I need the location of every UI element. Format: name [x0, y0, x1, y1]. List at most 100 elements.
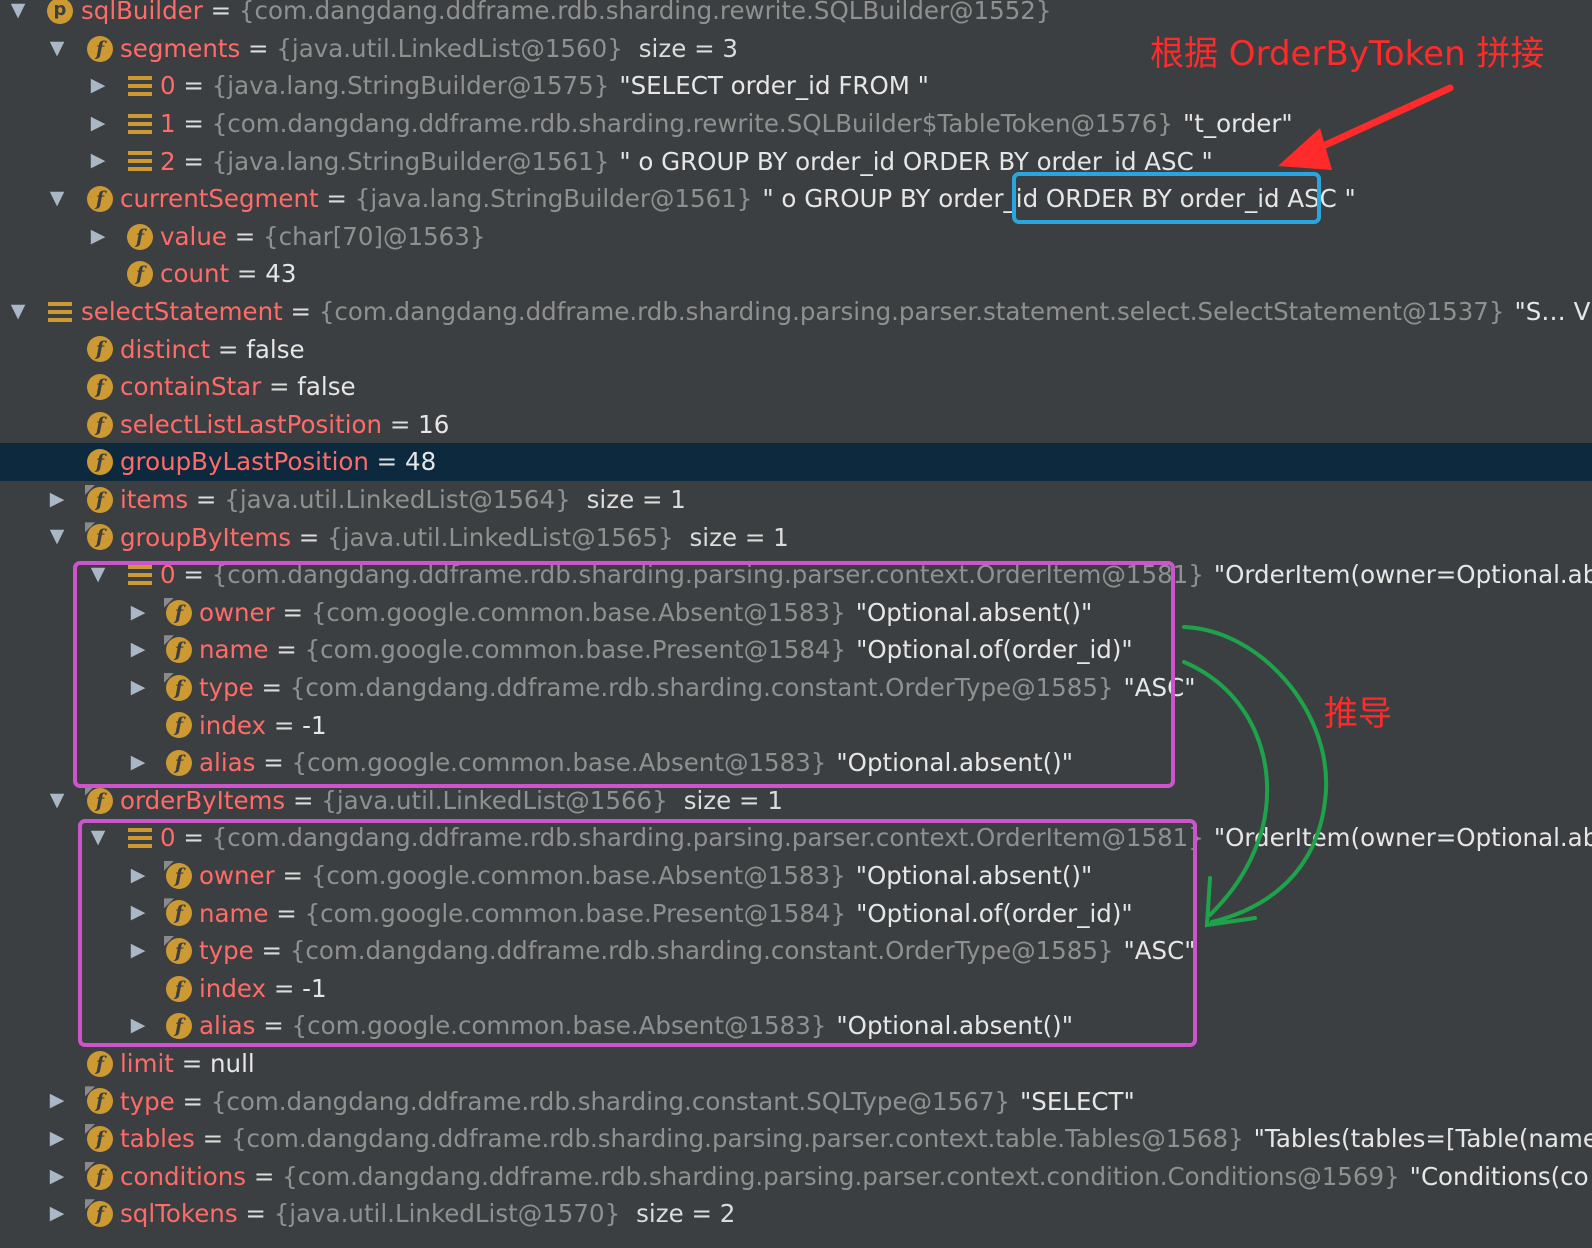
expand-arrow-icon[interactable]: ▶ [88, 149, 108, 171]
tree-row[interactable]: ▶ type = {com.dangdang.ddframe.rdb.shardi… [0, 1082, 1592, 1120]
field-icon [87, 1201, 113, 1228]
equals-sign: = [174, 1086, 211, 1116]
equals-sign: = [382, 409, 419, 439]
expand-arrow-icon[interactable]: ▶ [47, 1165, 67, 1187]
variable-name: conditions [120, 1161, 247, 1191]
tree-row-text: items = {java.util.LinkedList@1564} size … [120, 481, 686, 519]
equals-sign: = [229, 259, 266, 289]
variable-name: segments [120, 33, 241, 63]
tree-row[interactable]: limit = null [0, 1045, 1592, 1083]
variable-value: "Tables(tables=[Table(name= [1253, 1124, 1592, 1154]
variable-type: {com.dangdang.ddframe.rdb.sharding.const… [210, 1086, 1010, 1116]
tree-row-text: selectStatement = {com.dangdang.ddframe.… [81, 293, 1592, 331]
array-icon [47, 299, 73, 325]
variable-name: containStar [120, 372, 262, 402]
variable-value: "t_order" [1182, 109, 1293, 139]
collection-size: size = 1 [683, 785, 783, 815]
field-icon [87, 1088, 113, 1115]
field-icon [87, 336, 113, 363]
tree-row[interactable]: distinct = false [0, 330, 1592, 368]
tree-row[interactable]: selectListLastPosition = 16 [0, 406, 1592, 444]
variable-type: {com.dangdang.ddframe.rdb.sharding.parsi… [282, 1161, 1400, 1191]
equals-sign: = [285, 785, 322, 815]
annotation-order-by-token: 根据 OrderByToken 拼接 [1150, 34, 1545, 74]
equals-sign: = [368, 447, 405, 477]
expand-arrow-icon[interactable]: ▶ [47, 488, 67, 510]
equals-sign: = [318, 184, 355, 214]
tree-row-text: conditions = {com.dangdang.ddframe.rdb.s… [120, 1158, 1589, 1196]
collection-size: size = 2 [636, 1199, 736, 1229]
variable-type: {java.util.LinkedList@1565} [327, 522, 674, 552]
tree-row[interactable]: ▶ items = {java.util.LinkedList@1564} size… [0, 481, 1592, 519]
collection-size: size = 1 [586, 485, 686, 515]
equals-sign: = [291, 522, 328, 552]
tree-row-text: limit = null [120, 1045, 255, 1083]
collapse-arrow-icon[interactable]: ▼ [8, 0, 28, 21]
expand-arrow-icon[interactable]: ▶ [47, 1202, 67, 1224]
variable-type: {java.util.LinkedList@1564} [224, 485, 571, 515]
tree-row-text: groupByItems = {java.util.LinkedList@156… [120, 518, 789, 556]
tree-row[interactable]: ▶ 1 = {com.dangdang.ddframe.rdb.sharding.… [0, 105, 1592, 143]
collapse-arrow-icon[interactable]: ▼ [47, 789, 67, 811]
variable-value: false [246, 334, 305, 364]
field-icon [87, 374, 113, 400]
field-icon [87, 411, 113, 438]
tree-row[interactable]: ▶ sqlTokens = {java.util.LinkedList@1570}… [0, 1195, 1592, 1233]
equals-sign: = [210, 334, 247, 364]
variable-type: {java.lang.StringBuilder@1575} [211, 71, 610, 101]
field-icon [127, 223, 153, 250]
tree-row[interactable]: ▶ 2 = {java.lang.StringBuilder@1561} " o G… [0, 142, 1592, 180]
equals-sign: = [175, 146, 212, 176]
tree-row-text: sqlBuilder = {com.dangdang.ddframe.rdb.s… [81, 0, 1051, 30]
tree-row[interactable]: groupByLastPosition = 48 [0, 443, 1592, 481]
tree-row-text: sqlTokens = {java.util.LinkedList@1570} s… [120, 1195, 735, 1233]
tree-row[interactable]: ▶ conditions = {com.dangdang.ddframe.rdb.… [0, 1158, 1592, 1196]
field-icon [87, 186, 113, 212]
tree-row-text: tables = {com.dangdang.ddframe.rdb.shard… [120, 1120, 1592, 1158]
tree-row[interactable]: ▼ groupByItems = {java.util.LinkedList@15… [0, 518, 1592, 556]
variable-name: orderByItems [120, 785, 286, 815]
variable-value: "S… View [1514, 297, 1592, 327]
equals-sign: = [175, 109, 212, 139]
variable-type: {com.dangdang.ddframe.rdb.sharding.rewri… [238, 0, 1052, 26]
expand-arrow-icon[interactable]: ▶ [47, 1127, 67, 1149]
expand-arrow-icon[interactable]: ▶ [88, 225, 108, 247]
expand-arrow-icon[interactable]: ▶ [88, 112, 108, 134]
array-icon [127, 148, 153, 174]
collapse-arrow-icon[interactable]: ▼ [47, 37, 67, 59]
collapse-arrow-icon[interactable]: ▼ [47, 525, 67, 547]
tree-row[interactable]: containStar = false [0, 368, 1592, 406]
collapse-arrow-icon[interactable]: ▼ [8, 300, 28, 322]
tree-row-text: groupByLastPosition = 48 [120, 443, 436, 481]
field-icon [87, 1163, 113, 1190]
tree-row[interactable]: ▼ selectStatement = {com.dangdang.ddframe… [0, 293, 1592, 331]
equals-sign: = [240, 33, 277, 63]
field-icon [87, 787, 113, 814]
tree-row-text: 0 = {java.lang.StringBuilder@1575} "SELEC… [160, 67, 929, 105]
collapse-arrow-icon[interactable]: ▼ [47, 187, 67, 209]
equals-sign: = [194, 1124, 231, 1154]
collection-size: size = 1 [689, 522, 789, 552]
tree-row[interactable]: ▶ value = {char[70]@1563} [0, 218, 1592, 256]
tree-row[interactable]: ▶ tables = {com.dangdang.ddframe.rdb.shar… [0, 1120, 1592, 1158]
variable-type: {com.dangdang.ddframe.rdb.sharding.parsi… [318, 297, 1505, 327]
variable-value: "SELECT" [1020, 1086, 1135, 1116]
expand-arrow-icon[interactable]: ▶ [47, 1089, 67, 1111]
tree-row-text: count = 43 [160, 255, 296, 293]
tree-row-text: type = {com.dangdang.ddframe.rdb.shardin… [120, 1082, 1135, 1120]
variable-type: {java.util.LinkedList@1570} [273, 1199, 621, 1229]
variable-name: 1 [160, 109, 176, 139]
tree-row[interactable]: count = 43 [0, 255, 1592, 293]
variable-name: limit [120, 1049, 174, 1079]
variable-value: 43 [265, 259, 297, 289]
highlight-group-by-item-box [73, 561, 1175, 788]
field-icon [87, 35, 113, 62]
tree-row[interactable]: ▼ currentSegment = {java.lang.StringBuild… [0, 180, 1592, 218]
variable-type: {java.util.LinkedList@1560} [276, 33, 623, 63]
variable-name: selectStatement [81, 297, 283, 327]
parameter-icon [47, 0, 73, 24]
expand-arrow-icon[interactable]: ▶ [88, 74, 108, 96]
variable-name: items [120, 485, 189, 515]
variable-type: {char[70]@1563} [263, 221, 486, 251]
tree-row-text: 1 = {com.dangdang.ddframe.rdb.sharding.r… [160, 105, 1293, 143]
